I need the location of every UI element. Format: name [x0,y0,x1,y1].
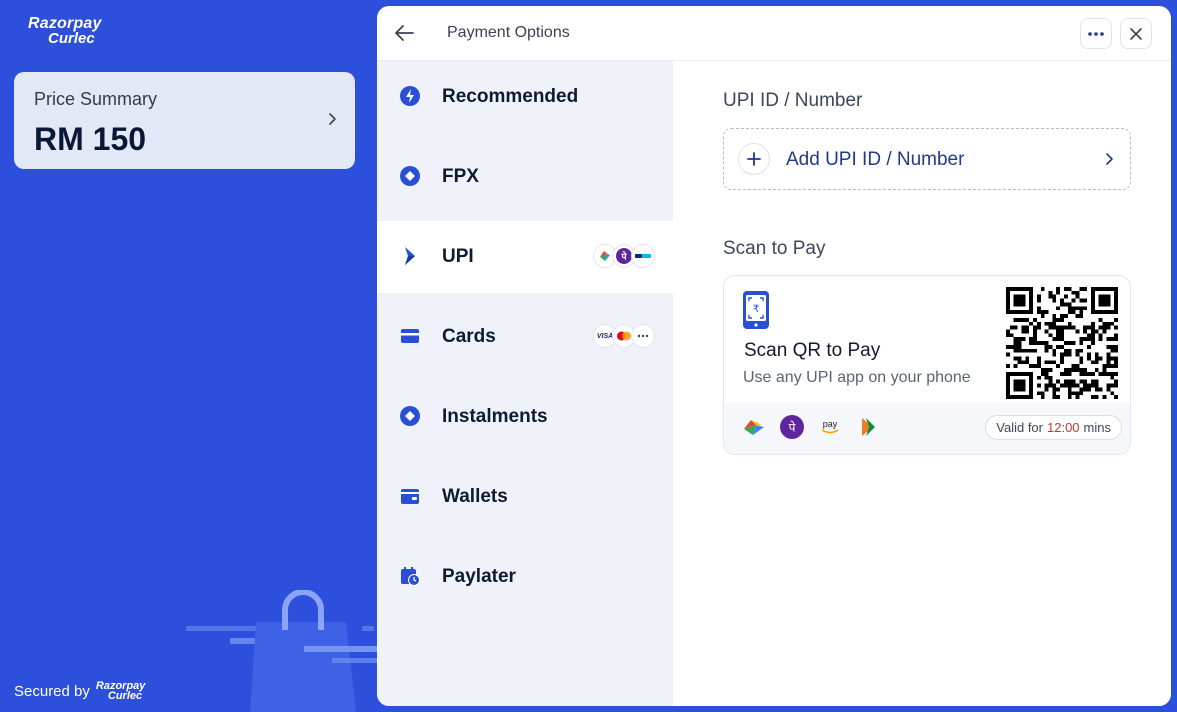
upi-content-panel: UPI ID / Number Add UPI ID / Number Scan… [673,61,1171,706]
scan-qr-title: Scan QR to Pay [744,340,881,361]
razorpay-curlec-logo: Razorpay Curlec [28,15,102,47]
upi-id-section-title: UPI ID / Number [723,90,863,111]
valid-prefix: Valid for [996,420,1043,435]
secured-by-text: Secured by [14,682,90,700]
visa-text: VISA [596,332,614,340]
amazon-pay-text: pay [822,419,838,429]
amazon-pay-icon: pay [818,415,842,439]
footer-logo: Razorpay Curlec [96,681,146,702]
scan-qr-subtitle: Use any UPI app on your phone [743,369,971,386]
card-network-badges: VISA [593,324,655,348]
method-label: FPX [442,166,479,187]
shopping-bag-illustration [186,590,378,712]
back-arrow-icon[interactable] [393,23,415,43]
close-button[interactable] [1120,18,1152,49]
phonepe-icon: पे [780,415,804,439]
gpay-icon [742,415,766,439]
method-label: Wallets [442,486,508,507]
valid-timer: 12:00 [1047,420,1080,435]
more-cards-icon [631,324,655,348]
svg-text:पे: पे [620,251,627,263]
svg-text:₹: ₹ [753,304,759,315]
upi-icon [405,247,415,265]
scan-qr-card: ₹ Scan QR to Pay Use any UPI app on your… [723,275,1131,455]
method-label: Instalments [442,406,548,427]
method-paylater[interactable]: Paylater [377,541,673,613]
chevron-right-icon [329,113,336,125]
price-summary-card[interactable]: Price Summary RM 150 [14,72,355,169]
upi-apps-list: पे pay [742,415,880,439]
phone-scan-icon: ₹ [743,291,769,329]
price-summary-label: Price Summary [34,89,158,109]
method-label: Cards [442,326,496,347]
method-fpx[interactable]: FPX [377,141,673,213]
scan-to-pay-title: Scan to Pay [723,238,826,259]
diamond-icon [400,406,420,426]
plus-icon [738,143,770,175]
scan-card-footer: पे pay Valid for 12:00 mins [724,403,1130,454]
diamond-icon [400,166,420,186]
lightning-icon [400,86,420,106]
bhim-icon [856,415,880,439]
method-label: UPI [442,246,474,267]
price-amount: RM 150 [34,121,147,157]
calendar-clock-icon [401,567,420,586]
add-upi-label: Add UPI ID / Number [786,149,965,170]
svg-text:पे: पे [789,421,796,435]
qr-validity-badge: Valid for 12:00 mins [985,415,1122,440]
method-upi[interactable]: UPI पे [377,221,673,293]
secured-by-footer: Secured by Razorpay Curlec [14,681,146,702]
add-upi-id-button[interactable]: Add UPI ID / Number [723,128,1131,190]
wallet-icon [401,489,419,504]
more-options-button[interactable] [1080,18,1112,49]
method-wallets[interactable]: Wallets [377,461,673,533]
page-title: Payment Options [447,24,570,41]
paytm-badge-icon [631,244,655,268]
method-instalments[interactable]: Instalments [377,381,673,453]
method-recommended[interactable]: Recommended [377,61,673,133]
logo-line1: Razorpay [28,15,102,32]
payment-options-modal: Payment Options Recommended FPX UPI पे C… [377,6,1171,706]
valid-suffix: mins [1083,420,1111,435]
payment-methods-list: Recommended FPX UPI पे Cards VISA Instal… [377,61,673,706]
chevron-right-icon [1106,153,1113,165]
close-icon [1130,27,1142,40]
upi-app-badges: पे [593,244,655,268]
qr-code[interactable] [1006,287,1118,399]
method-cards[interactable]: Cards VISA [377,301,673,373]
ellipsis-icon [1088,31,1104,36]
method-label: Recommended [442,86,579,107]
logo-line2: Curlec [48,30,95,47]
card-icon [401,329,419,343]
modal-header: Payment Options [377,6,1171,61]
footer-logo-line2: Curlec [107,690,143,702]
method-label: Paylater [442,566,516,587]
